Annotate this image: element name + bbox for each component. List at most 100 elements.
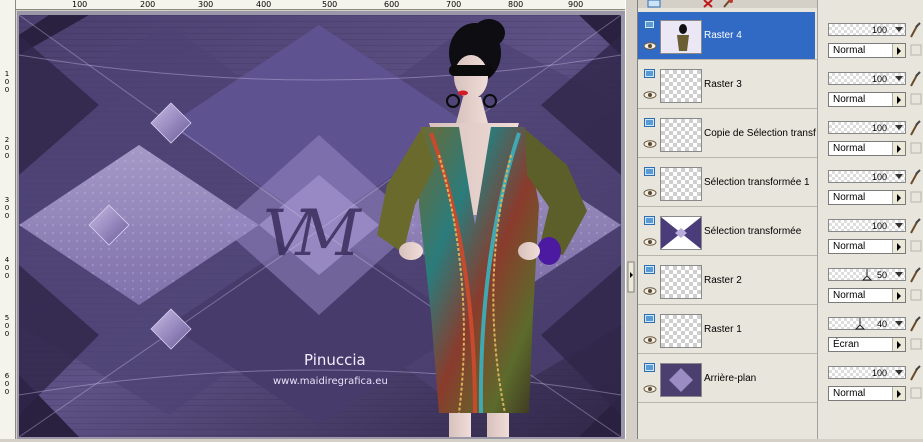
blend-mode-select[interactable]: Normal xyxy=(828,141,906,156)
watermark-name: Pinuccia xyxy=(304,351,366,369)
lock-transparency-icon[interactable] xyxy=(910,289,922,301)
lock-transparency-icon[interactable] xyxy=(910,191,922,203)
opacity-slider[interactable]: 100 xyxy=(828,366,906,379)
eye-icon[interactable] xyxy=(643,238,657,246)
layer-row[interactable]: Raster 2 xyxy=(638,257,817,305)
opacity-caret-icon[interactable] xyxy=(895,272,903,277)
layer-name-area[interactable]: Sélection transformée 1 xyxy=(638,159,815,206)
ruler-left-label: 0 xyxy=(4,144,10,152)
eye-icon[interactable] xyxy=(643,42,657,50)
ruler-top-label: 300 xyxy=(198,0,214,9)
layer-type-icon[interactable] xyxy=(644,216,656,226)
dropdown-arrow-icon[interactable] xyxy=(892,44,905,57)
layer-name-area[interactable]: Raster 2 xyxy=(638,257,815,304)
opacity-value: 40 xyxy=(876,319,887,329)
lock-transparency-icon[interactable] xyxy=(910,44,922,56)
opacity-slider[interactable]: 50 xyxy=(828,268,906,281)
opacity-slider[interactable]: 100 xyxy=(828,121,906,134)
brush-icon[interactable] xyxy=(908,169,922,185)
layer-thumbnail xyxy=(660,216,702,250)
lock-transparency-icon[interactable] xyxy=(910,338,922,350)
eye-icon[interactable] xyxy=(643,287,657,295)
dropdown-arrow-icon[interactable] xyxy=(892,142,905,155)
lock-transparency-icon[interactable] xyxy=(910,240,922,252)
opacity-slider[interactable]: 100 xyxy=(828,219,906,232)
dropdown-arrow-icon[interactable] xyxy=(892,240,905,253)
layer-type-icon[interactable] xyxy=(644,314,656,324)
lock-transparency-icon[interactable] xyxy=(910,142,922,154)
dropdown-arrow-icon[interactable] xyxy=(892,338,905,351)
brush-icon[interactable] xyxy=(908,218,922,234)
layer-type-icon[interactable] xyxy=(644,20,656,30)
eye-icon[interactable] xyxy=(643,140,657,148)
blend-mode-select[interactable]: Normal xyxy=(828,239,906,254)
new-layer-icon[interactable] xyxy=(646,0,662,8)
opacity-caret-icon[interactable] xyxy=(895,321,903,326)
opacity-slider-thumb[interactable] xyxy=(862,268,872,281)
layer-name: Raster 4 xyxy=(704,30,742,41)
opacity-caret-icon[interactable] xyxy=(895,223,903,228)
dropdown-arrow-icon[interactable] xyxy=(892,387,905,400)
opacity-slider-thumb[interactable] xyxy=(855,317,865,330)
brush-icon[interactable] xyxy=(908,120,922,136)
layer-row[interactable]: Arrière-plan xyxy=(638,355,817,403)
eye-icon[interactable] xyxy=(643,385,657,393)
blend-mode-select[interactable]: Normal xyxy=(828,92,906,107)
eye-icon[interactable] xyxy=(643,336,657,344)
layer-name-area[interactable]: Copie de Sélection transformée xyxy=(638,110,816,157)
layer-type-icon[interactable] xyxy=(644,167,656,177)
layer-properties-icon[interactable] xyxy=(720,0,736,8)
opacity-caret-icon[interactable] xyxy=(895,76,903,81)
opacity-caret-icon[interactable] xyxy=(895,27,903,32)
eye-icon[interactable] xyxy=(643,91,657,99)
ruler-left-label: 0 xyxy=(4,78,10,86)
layer-name-area[interactable]: Raster 4 xyxy=(638,12,815,59)
blend-mode-select[interactable]: Normal xyxy=(828,386,906,401)
lock-transparency-icon[interactable] xyxy=(910,93,922,105)
eye-icon[interactable] xyxy=(643,189,657,197)
opacity-caret-icon[interactable] xyxy=(895,125,903,130)
opacity-caret-icon[interactable] xyxy=(895,174,903,179)
opacity-slider[interactable]: 100 xyxy=(828,170,906,183)
layer-name: Copie de Sélection transformée xyxy=(704,128,816,139)
brush-icon[interactable] xyxy=(908,71,922,87)
layer-thumbnail xyxy=(660,69,702,103)
layer-type-icon[interactable] xyxy=(644,363,656,373)
opacity-slider[interactable]: 100 xyxy=(828,72,906,85)
layer-row[interactable]: Copie de Sélection transformée xyxy=(638,110,817,158)
layer-name-area[interactable]: Raster 3 xyxy=(638,61,815,108)
layer-row[interactable]: Raster 3 xyxy=(638,61,817,109)
image-canvas[interactable]: VM Pinuccia www.maidiregrafica.eu xyxy=(19,15,621,437)
delete-layer-icon[interactable] xyxy=(700,0,716,8)
dropdown-arrow-icon[interactable] xyxy=(892,93,905,106)
watermark-url: www.maidiregrafica.eu xyxy=(273,376,388,387)
layer-row[interactable]: Raster 1 xyxy=(638,306,817,354)
layer-name-area[interactable]: Raster 1 xyxy=(638,306,815,353)
layer-name-area[interactable]: Sélection transformée xyxy=(638,208,815,255)
lock-transparency-icon[interactable] xyxy=(910,387,922,399)
blend-mode-select[interactable]: Écran xyxy=(828,337,906,352)
blend-mode-select[interactable]: Normal xyxy=(828,288,906,303)
brush-icon[interactable] xyxy=(908,365,922,381)
opacity-caret-icon[interactable] xyxy=(895,370,903,375)
layer-name-area[interactable]: Arrière-plan xyxy=(638,355,815,402)
dropdown-arrow-icon[interactable] xyxy=(892,289,905,302)
brush-icon[interactable] xyxy=(908,267,922,283)
dropdown-arrow-icon[interactable] xyxy=(892,191,905,204)
blend-mode-select[interactable]: Normal xyxy=(828,43,906,58)
brush-icon[interactable] xyxy=(908,22,922,38)
ruler-top-label: 800 xyxy=(508,0,524,9)
brush-icon[interactable] xyxy=(908,316,922,332)
opacity-slider[interactable]: 40 xyxy=(828,317,906,330)
layer-row[interactable]: Sélection transformée 1 xyxy=(638,159,817,207)
layer-properties-row: 100 Normal xyxy=(818,20,923,68)
panel-splitter[interactable] xyxy=(625,0,638,439)
blend-mode-select[interactable]: Normal xyxy=(828,190,906,205)
layer-type-icon[interactable] xyxy=(644,118,656,128)
layer-row[interactable]: Raster 4 xyxy=(638,12,817,60)
ruler-left-label: 0 xyxy=(4,86,10,94)
layer-row[interactable]: Sélection transformée xyxy=(638,208,817,256)
layer-type-icon[interactable] xyxy=(644,265,656,275)
opacity-slider[interactable]: 100 xyxy=(828,23,906,36)
layer-type-icon[interactable] xyxy=(644,69,656,79)
